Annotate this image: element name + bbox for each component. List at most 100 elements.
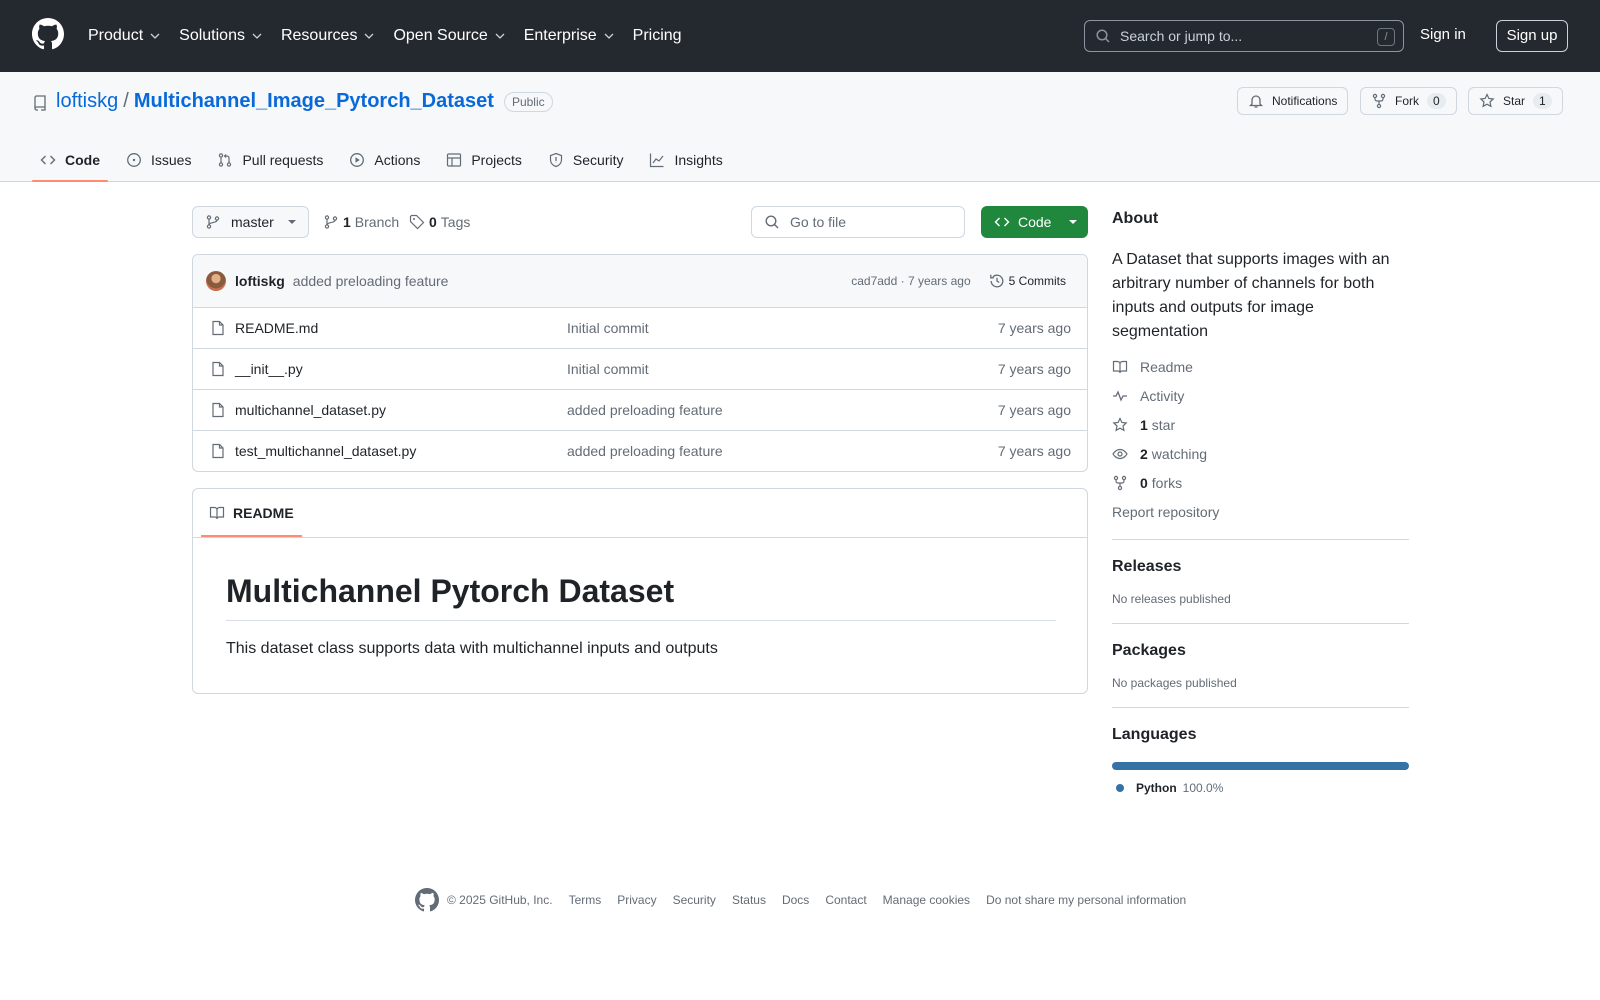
branches-link[interactable]: 1 Branch	[323, 214, 399, 230]
github-logo-icon[interactable]	[32, 18, 64, 50]
file-commit-age: 7 years ago	[997, 320, 1071, 336]
tab-insights-label: Insights	[674, 152, 723, 168]
file-commit-message-link[interactable]: added preloading feature	[567, 402, 723, 418]
file-name-link[interactable]: __init__.py	[235, 361, 303, 377]
code-dropdown-button[interactable]: Code	[981, 206, 1088, 238]
visibility-badge: Public	[503, 91, 553, 112]
star-button[interactable]: Star 1	[1468, 87, 1563, 115]
nav-product[interactable]: Product	[88, 27, 161, 45]
stars-link[interactable]: 1 star	[1112, 410, 1409, 439]
tab-pull-requests[interactable]: Pull requests	[209, 138, 331, 182]
code-button-label: Code	[1018, 214, 1052, 230]
current-branch-label: master	[231, 214, 274, 230]
watching-count: 2	[1140, 445, 1148, 462]
tab-insights[interactable]: Insights	[641, 138, 730, 182]
file-commit-age: 7 years ago	[997, 361, 1071, 377]
tab-actions[interactable]: Actions	[341, 138, 428, 182]
tab-security[interactable]: Security	[540, 138, 632, 182]
commit-hash-age[interactable]: cad7add · 7 years ago	[851, 274, 970, 288]
file-commit-message-link[interactable]: added preloading feature	[567, 443, 723, 459]
commit-author-link[interactable]: loftiskg	[235, 273, 285, 289]
sidebar-divider	[1112, 623, 1409, 624]
sign-up-button[interactable]: Sign up	[1496, 20, 1568, 52]
avatar[interactable]	[206, 271, 226, 291]
footer-link-manage-cookies[interactable]: Manage cookies	[883, 893, 970, 907]
file-name-link[interactable]: README.md	[235, 320, 318, 336]
nav-open-source[interactable]: Open Source	[393, 27, 505, 45]
forks-link[interactable]: 0 forks	[1112, 468, 1409, 497]
chevron-down-icon	[252, 33, 262, 39]
watching-label: watching	[1151, 445, 1208, 462]
report-repository-link[interactable]: Report repository	[1112, 497, 1409, 526]
pull-request-icon	[219, 153, 232, 167]
commit-message-link[interactable]: added preloading feature	[293, 273, 449, 289]
file-commit-message-link[interactable]: Initial commit	[567, 320, 649, 336]
footer-link-terms[interactable]: Terms	[569, 893, 602, 907]
github-logo-icon[interactable]	[415, 888, 439, 912]
tags-link[interactable]: 0 Tags	[409, 214, 470, 230]
language-item-python[interactable]: Python 100.0%	[1112, 781, 1409, 795]
go-to-file-input[interactable]: Go to file	[751, 206, 965, 238]
nav-enterprise-label: Enterprise	[523, 27, 597, 44]
repo-owner-link[interactable]: loftiskg	[56, 90, 118, 113]
footer-link-status[interactable]: Status	[732, 893, 766, 907]
tab-issues[interactable]: Issues	[118, 138, 199, 182]
star-label: Star	[1503, 94, 1526, 108]
nav-enterprise[interactable]: Enterprise	[524, 27, 615, 45]
footer-link-docs[interactable]: Docs	[782, 893, 809, 907]
readme-tab[interactable]: README	[201, 489, 302, 537]
sign-in-link[interactable]: Sign in	[1420, 26, 1466, 43]
notifications-button[interactable]: Notifications	[1237, 87, 1349, 115]
watchers-link[interactable]: 2 watching	[1112, 439, 1409, 468]
forks-count: 0	[1140, 474, 1148, 491]
commits-history-link[interactable]: 5 Commits	[989, 273, 1066, 289]
chevron-down-icon	[364, 33, 374, 39]
readme-link[interactable]: Readme	[1112, 352, 1409, 381]
search-icon	[765, 215, 779, 229]
repo-name-link[interactable]: Multichannel_Image_Pytorch_Dataset	[134, 90, 494, 113]
stars-label: star	[1151, 416, 1176, 433]
readme-body: This dataset class supports data with mu…	[226, 640, 718, 657]
nav-pricing-label: Pricing	[632, 27, 682, 44]
language-percent: 100.0%	[1182, 781, 1224, 795]
branch-count-label: Branch	[354, 214, 400, 230]
tag-count-label: Tags	[440, 214, 471, 230]
branch-select-button[interactable]: master	[192, 206, 309, 238]
tab-projects[interactable]: Projects	[438, 138, 530, 182]
releases-heading[interactable]: Releases	[1112, 558, 1409, 576]
heading-divider	[226, 620, 1056, 621]
footer-link-security[interactable]: Security	[673, 893, 716, 907]
nav-product-label: Product	[88, 27, 144, 44]
file-name-link[interactable]: test_multichannel_dataset.py	[235, 443, 416, 459]
releases-empty-text: No releases published	[1112, 592, 1231, 606]
repo-header: loftiskg / Multichannel_Image_Pytorch_Da…	[0, 72, 1600, 182]
tab-code[interactable]: Code	[32, 138, 108, 182]
footer-link-privacy[interactable]: Privacy	[617, 893, 656, 907]
search-input[interactable]: Search or jump to... /	[1084, 20, 1404, 52]
tab-code-label: Code	[65, 152, 100, 168]
tab-issues-label: Issues	[151, 152, 192, 168]
footer-link-contact[interactable]: Contact	[825, 893, 866, 907]
file-icon	[212, 320, 224, 336]
file-icon	[212, 402, 224, 418]
bell-icon	[1248, 95, 1264, 108]
file-icon	[212, 361, 224, 377]
nav-pricing[interactable]: Pricing	[633, 27, 682, 45]
nav-solutions[interactable]: Solutions	[179, 27, 263, 45]
file-list: loftiskg added preloading feature cad7ad…	[192, 254, 1088, 472]
fork-button[interactable]: Fork 0	[1360, 87, 1457, 115]
go-to-file-placeholder: Go to file	[790, 214, 847, 230]
fork-count: 0	[1427, 93, 1446, 109]
search-placeholder: Search or jump to...	[1120, 28, 1243, 44]
footer-link-do-not-share[interactable]: Do not share my personal information	[986, 893, 1186, 907]
activity-link[interactable]: Activity	[1112, 381, 1409, 410]
file-name-link[interactable]: multichannel_dataset.py	[235, 402, 386, 418]
search-icon	[1096, 29, 1110, 43]
fork-icon	[1372, 93, 1386, 109]
file-commit-message-link[interactable]: Initial commit	[567, 361, 649, 377]
branch-icon	[324, 215, 338, 229]
readme-panel: README Multichannel Pytorch Dataset This…	[192, 488, 1088, 694]
nav-resources[interactable]: Resources	[281, 27, 375, 45]
readme-divider	[193, 537, 1087, 538]
packages-heading[interactable]: Packages	[1112, 642, 1409, 660]
